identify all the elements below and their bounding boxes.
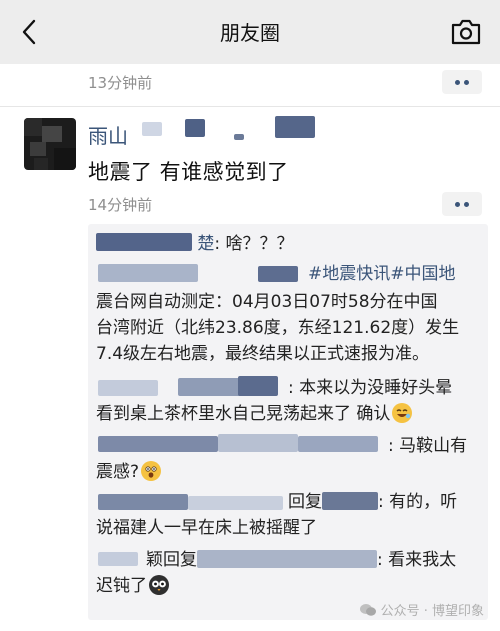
comment-item[interactable]: 回复: 有的，听 [288,490,483,514]
redacted-name [197,550,377,568]
redacted-name [98,264,198,282]
redacted-name [322,492,378,510]
comment-item[interactable]: 颖回复: 看来我太 [146,548,482,572]
page-title: 朋友圈 [220,21,280,45]
comment-text-line: 说福建人一早在床上被摇醒了 [96,518,317,538]
dot-icon [455,79,460,85]
more-options-button[interactable] [442,192,482,216]
more-options-button[interactable] [442,70,482,94]
comment-text: 有的，听 [389,492,458,512]
comment-item[interactable]: 楚: 啥？？？ [96,232,482,256]
redacted-name [142,122,162,136]
reply-label: 回复 [288,492,322,512]
post-timestamp: 14分钟前 [88,196,153,214]
comment-text-line: 7.4级左右地震，最终结果以正式速报为准。 [96,344,430,364]
post-timestamp: 13分钟前 [88,74,153,92]
owl-emoji-icon [149,575,169,595]
redacted-name [238,376,278,396]
redacted-name [234,134,244,140]
laughing-emoji-icon [392,403,413,423]
comment-text[interactable]: #地震快讯#中国地 [308,264,456,284]
avatar[interactable] [24,118,76,170]
watermark-text: 公众号 · 博望印象 [380,604,484,619]
redacted-name [258,266,298,282]
post-author-name[interactable]: 雨山 [88,120,128,149]
comment-text: 看来我太 [388,550,457,570]
redacted-name [218,434,298,452]
redacted-name [188,496,283,510]
redacted-name [275,116,315,138]
comment-list: 楚: 啥？？？ #地震快讯#中国地 震台网自动测定：04月03日07时58分在中… [88,224,488,620]
redacted-name [298,436,378,452]
comment-text-line: 台湾附近（北纬23.86度，东经121.62度）发生 [96,318,460,338]
redacted-name [96,233,192,251]
comment-text-line: 震感? [96,460,482,484]
dot-icon [464,201,469,207]
redacted-name [185,119,205,137]
comment-text: 本来以为没睡好头晕 [299,378,453,398]
divider [0,106,500,107]
post-text: 地震了 有谁感觉到了 [88,160,289,184]
comment-text: 马鞍山有 [399,436,468,456]
redacted-name [98,494,188,510]
reply-label: 颖回复 [146,550,197,570]
comment-text-line: 迟钝了 [96,574,482,598]
comment-text-line: 震台网自动测定：04月03日07时58分在中国 [96,292,438,312]
comment-author[interactable]: 楚 [197,234,214,254]
redacted-name [98,436,218,452]
redacted-name [98,552,138,566]
dot-icon [464,79,469,85]
camera-icon[interactable] [450,18,482,46]
navigation-bar: 朋友圈 [0,0,500,64]
dot-icon [455,201,460,207]
wechat-official-account-icon [359,603,377,617]
shocked-emoji-icon [141,461,162,481]
redacted-name [98,380,158,396]
comment-item[interactable]: : 本来以为没睡好头晕 [288,376,478,400]
comment-text-line: 看到桌上茶杯里水自己晃荡起来了 确认 [96,402,482,426]
watermark: 公众号 · 博望印象 [359,600,484,619]
comment-text: 啥？？？ [225,234,294,254]
comment-item[interactable]: : 马鞍山有 [388,434,483,458]
comment-item[interactable]: #地震快讯#中国地 [308,262,478,286]
